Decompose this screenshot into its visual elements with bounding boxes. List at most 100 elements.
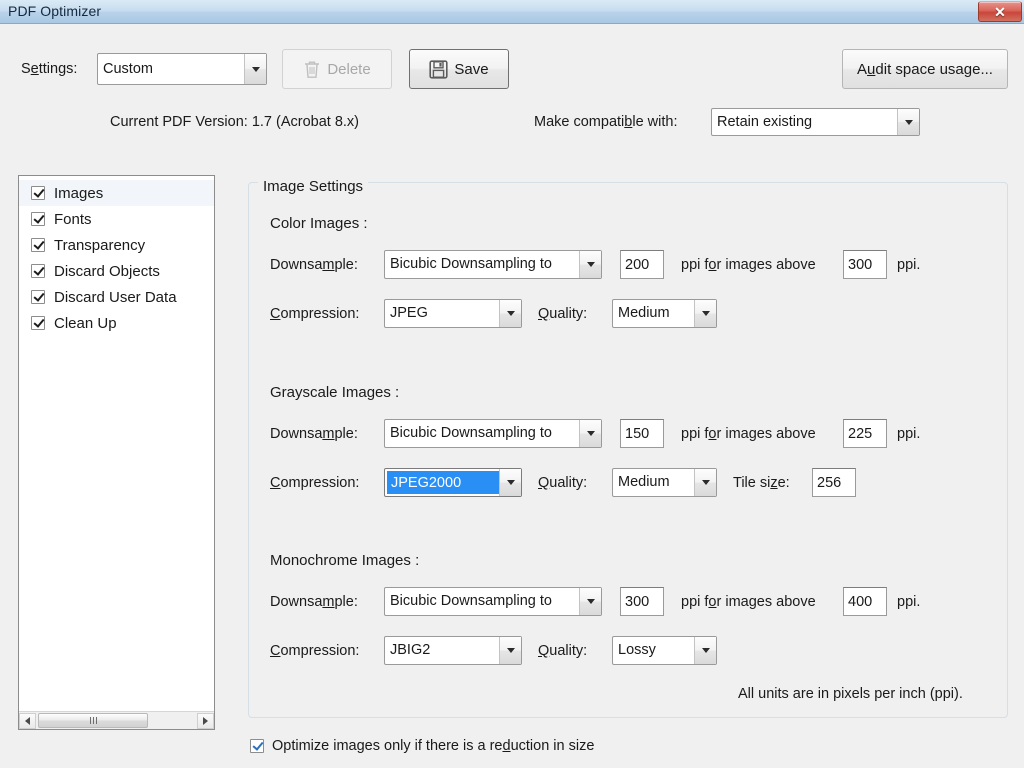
sidebar-item-label: Fonts	[54, 211, 92, 228]
chevron-down-icon	[499, 637, 521, 664]
color-compression-value: JPEG	[385, 306, 499, 321]
checkbox-icon[interactable]	[31, 290, 45, 304]
tile-size-label: Tile size:	[733, 475, 790, 491]
grayscale-ppi-suffix-label: ppi.	[897, 426, 920, 442]
color-quality-label: Quality:	[538, 306, 587, 322]
monochrome-above-ppi-input[interactable]: 400	[843, 587, 887, 616]
color-ppi-suffix-label: ppi.	[897, 257, 920, 273]
chevron-down-icon	[499, 469, 521, 496]
color-images-title: Color Images :	[270, 215, 368, 232]
horizontal-scrollbar[interactable]	[19, 711, 214, 729]
color-downsample-label: Downsample:	[270, 257, 358, 273]
color-ppi-for-images-above-label: ppi for images above	[681, 257, 816, 273]
settings-dropdown-value: Custom	[98, 62, 244, 77]
sidebar-item-discard-user-data[interactable]: Discard User Data	[19, 284, 214, 310]
chevron-down-icon	[579, 251, 601, 278]
monochrome-downsample-label: Downsample:	[270, 594, 358, 610]
chevron-down-icon	[694, 637, 716, 664]
make-compatible-value: Retain existing	[712, 115, 897, 130]
color-downsample-ppi-value: 200	[625, 257, 649, 273]
arrow-right-icon[interactable]	[197, 713, 214, 729]
checkbox-icon[interactable]	[31, 212, 45, 226]
trash-icon	[303, 59, 321, 79]
settings-label: Settings:	[21, 61, 77, 77]
arrow-left-icon[interactable]	[19, 713, 36, 729]
grayscale-downsample-label: Downsample:	[270, 426, 358, 442]
monochrome-compression-value: JBIG2	[385, 643, 499, 658]
grayscale-quality-dropdown[interactable]: Medium	[612, 468, 717, 497]
sidebar-item-label: Clean Up	[54, 315, 117, 332]
color-downsample-method-dropdown[interactable]: Bicubic Downsampling to	[384, 250, 602, 279]
window-title: PDF Optimizer	[8, 3, 101, 19]
grayscale-quality-value: Medium	[613, 475, 694, 490]
save-button-label: Save	[454, 61, 488, 78]
image-settings-title: Image Settings	[258, 178, 368, 195]
monochrome-above-ppi-value: 400	[848, 594, 872, 610]
monochrome-downsample-ppi-value: 300	[625, 594, 649, 610]
grayscale-downsample-ppi-value: 150	[625, 426, 649, 442]
grayscale-downsample-method-dropdown[interactable]: Bicubic Downsampling to	[384, 419, 602, 448]
monochrome-images-title: Monochrome Images :	[270, 552, 419, 569]
grayscale-downsample-ppi-input[interactable]: 150	[620, 419, 664, 448]
chevron-down-icon	[897, 109, 919, 135]
grayscale-above-ppi-input[interactable]: 225	[843, 419, 887, 448]
title-bar: PDF Optimizer ✕	[0, 0, 1024, 24]
monochrome-downsample-method-dropdown[interactable]: Bicubic Downsampling to	[384, 587, 602, 616]
scrollbar-thumb[interactable]	[38, 713, 148, 728]
grayscale-downsample-method-value: Bicubic Downsampling to	[385, 426, 579, 441]
grayscale-compression-label: Compression:	[270, 475, 359, 491]
checkbox-icon[interactable]	[31, 316, 45, 330]
chevron-down-icon	[499, 300, 521, 327]
sidebar-item-images[interactable]: Images	[19, 180, 214, 206]
sidebar-item-fonts[interactable]: Fonts	[19, 206, 214, 232]
chevron-down-icon	[694, 469, 716, 496]
make-compatible-label: Make compatible with:	[534, 114, 677, 130]
checkbox-icon[interactable]	[31, 264, 45, 278]
sidebar-item-clean-up[interactable]: Clean Up	[19, 310, 214, 336]
pdf-optimizer-dialog: PDF Optimizer ✕ Settings: Custom Delete	[0, 0, 1024, 768]
monochrome-downsample-ppi-input[interactable]: 300	[620, 587, 664, 616]
color-quality-value: Medium	[613, 306, 694, 321]
make-compatible-dropdown[interactable]: Retain existing	[711, 108, 920, 136]
sidebar-item-label: Discard Objects	[54, 263, 160, 280]
sidebar-item-label: Images	[54, 185, 103, 202]
monochrome-downsample-method-value: Bicubic Downsampling to	[385, 594, 579, 609]
monochrome-quality-dropdown[interactable]: Lossy	[612, 636, 717, 665]
grayscale-compression-dropdown[interactable]: JPEG2000	[384, 468, 522, 497]
color-compression-label: Compression:	[270, 306, 359, 322]
audit-space-usage-button[interactable]: Audit space usage...	[842, 49, 1008, 89]
monochrome-ppi-suffix-label: ppi.	[897, 594, 920, 610]
grayscale-ppi-for-images-above-label: ppi for images above	[681, 426, 816, 442]
monochrome-ppi-for-images-above-label: ppi for images above	[681, 594, 816, 610]
color-quality-dropdown[interactable]: Medium	[612, 299, 717, 328]
monochrome-compression-label: Compression:	[270, 643, 359, 659]
color-downsample-ppi-input[interactable]: 200	[620, 250, 664, 279]
tile-size-input[interactable]: 256	[812, 468, 856, 497]
monochrome-quality-value: Lossy	[613, 643, 694, 658]
grayscale-above-ppi-value: 225	[848, 426, 872, 442]
color-above-ppi-input[interactable]: 300	[843, 250, 887, 279]
color-compression-dropdown[interactable]: JPEG	[384, 299, 522, 328]
close-button[interactable]: ✕	[978, 1, 1022, 22]
chevron-down-icon	[244, 54, 266, 84]
sidebar-item-discard-objects[interactable]: Discard Objects	[19, 258, 214, 284]
grayscale-images-title: Grayscale Images :	[270, 384, 399, 401]
monochrome-compression-dropdown[interactable]: JBIG2	[384, 636, 522, 665]
optimize-images-checkbox-row[interactable]: Optimize images only if there is a reduc…	[250, 738, 594, 754]
color-downsample-method-value: Bicubic Downsampling to	[385, 257, 579, 272]
units-footnote: All units are in pixels per inch (ppi).	[738, 686, 963, 702]
settings-category-list[interactable]: Images Fonts Transparency Discard Object…	[18, 175, 215, 730]
optimize-images-label: Optimize images only if there is a reduc…	[272, 738, 594, 754]
audit-space-usage-label: Audit space usage...	[857, 61, 993, 78]
checkbox-icon[interactable]	[250, 739, 264, 753]
grayscale-compression-value: JPEG2000	[387, 471, 499, 494]
save-button[interactable]: Save	[409, 49, 509, 89]
color-above-ppi-value: 300	[848, 257, 872, 273]
settings-dropdown[interactable]: Custom	[97, 53, 267, 85]
sidebar-item-transparency[interactable]: Transparency	[19, 232, 214, 258]
checkbox-icon[interactable]	[31, 186, 45, 200]
grayscale-quality-label: Quality:	[538, 475, 587, 491]
delete-button[interactable]: Delete	[282, 49, 392, 89]
chevron-down-icon	[694, 300, 716, 327]
checkbox-icon[interactable]	[31, 238, 45, 252]
